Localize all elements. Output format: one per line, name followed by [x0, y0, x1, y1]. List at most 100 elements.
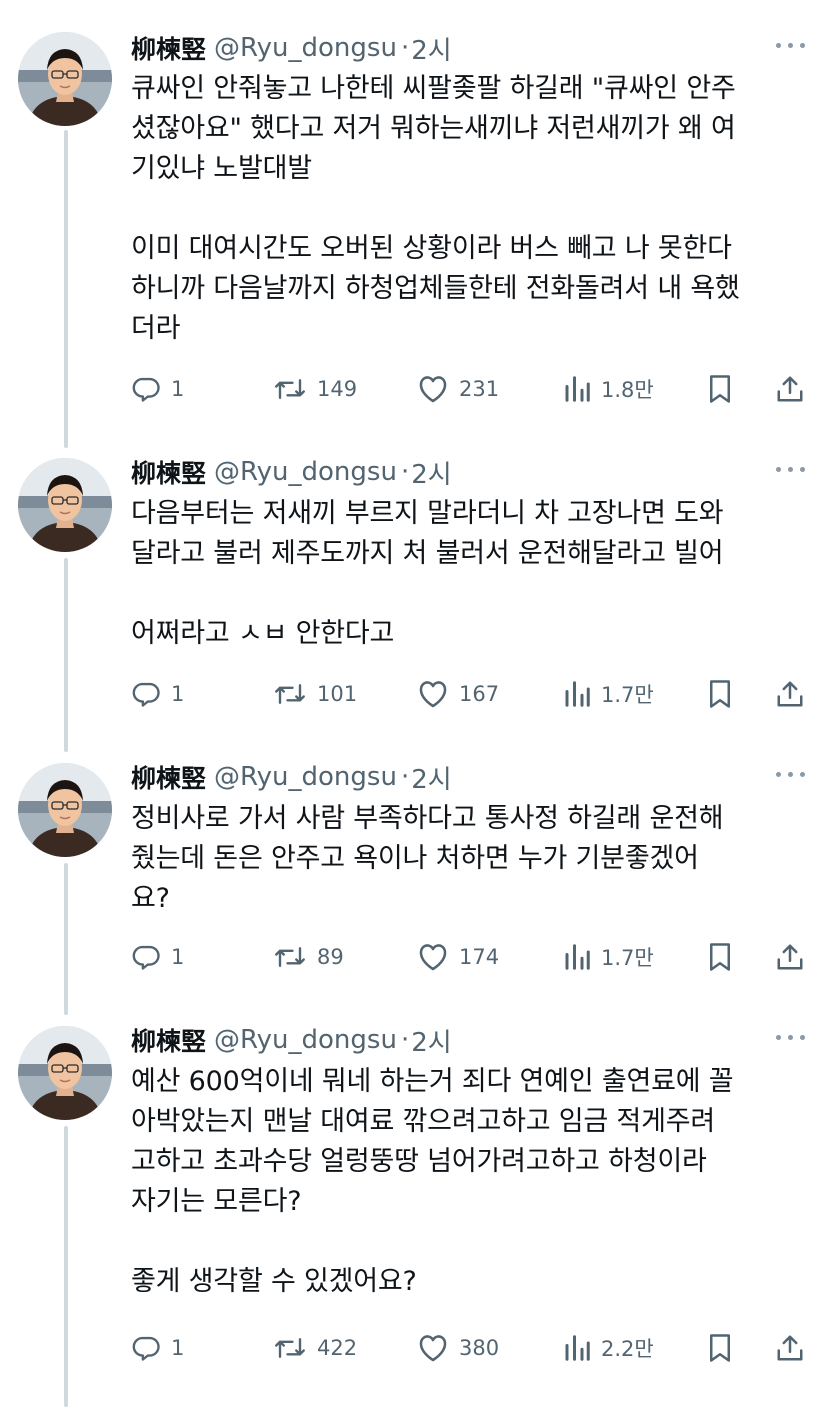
bookmark-icon [710, 680, 730, 708]
bookmark-button[interactable] [707, 674, 733, 714]
like-button[interactable]: 167 [417, 674, 499, 714]
bookmark-button[interactable] [707, 1328, 733, 1368]
more-icon[interactable] [776, 42, 806, 50]
timestamp[interactable]: 2시 [411, 759, 451, 796]
like-count: 174 [459, 945, 500, 969]
user-handle[interactable]: @Ryu_dongsu [214, 457, 397, 487]
heart-icon [419, 681, 447, 708]
timestamp[interactable]: 2시 [411, 30, 451, 67]
retweet-count: 149 [317, 377, 358, 401]
retweet-count: 89 [317, 945, 344, 969]
reply-count: 1 [171, 945, 185, 969]
display-name[interactable]: 柳楝竪 [131, 30, 206, 66]
reply-button[interactable]: 1 [131, 674, 184, 714]
thread-line [64, 130, 68, 448]
views-chart-icon [565, 681, 590, 707]
display-name[interactable]: 柳楝竪 [131, 759, 206, 795]
tweet-header: 柳楝竪 @Ryu_dongsu · 2시 [131, 452, 452, 492]
action-bar: 1 149 231 1.8만 [131, 369, 811, 409]
view-count: 1.7만 [601, 946, 654, 970]
bookmark-button[interactable] [707, 937, 733, 977]
avatar[interactable] [18, 1026, 112, 1120]
views-button[interactable]: 2.2만 [563, 1328, 654, 1368]
bookmark-icon [710, 943, 730, 971]
user-handle[interactable]: @Ryu_dongsu [214, 33, 397, 63]
views-chart-icon [565, 376, 590, 402]
retweet-icon [275, 684, 305, 704]
tweet-text: 정비사로 가서 사람 부족하다고 통사정 하길래 운전해 줬는데 돈은 안주고 … [131, 803, 724, 914]
display-name[interactable]: 柳楝竪 [131, 454, 206, 490]
like-count: 231 [459, 377, 500, 401]
reply-icon [132, 945, 160, 970]
separator: · [400, 1025, 410, 1055]
like-count: 167 [459, 682, 500, 706]
user-handle[interactable]: @Ryu_dongsu [214, 762, 397, 792]
views-button[interactable]: 1.7만 [563, 937, 654, 977]
like-count: 380 [459, 1336, 500, 1360]
separator: · [400, 762, 410, 792]
like-button[interactable]: 231 [417, 369, 499, 409]
retweet-icon [275, 379, 305, 399]
timestamp[interactable]: 2시 [411, 1022, 451, 1059]
reply-icon [132, 1336, 160, 1361]
timestamp[interactable]: 2시 [411, 454, 451, 491]
share-icon [777, 1335, 803, 1361]
heart-icon [419, 1335, 447, 1362]
reply-count: 1 [171, 682, 185, 706]
tweet-text: 큐싸인 안줘놓고 나한테 씨팔좆팔 하길래 "큐싸인 안주 셨잖아요" 했다고 … [131, 73, 740, 344]
heart-icon [419, 944, 447, 971]
like-button[interactable]: 174 [417, 937, 499, 977]
avatar[interactable] [18, 458, 112, 552]
retweet-button[interactable]: 149 [273, 369, 357, 409]
like-button[interactable]: 380 [417, 1328, 499, 1368]
separator: · [400, 33, 410, 63]
action-bar: 1 101 167 1.7만 [131, 674, 811, 714]
more-icon[interactable] [776, 466, 806, 474]
reply-icon [132, 682, 160, 707]
reply-button[interactable]: 1 [131, 1328, 184, 1368]
reply-icon [132, 377, 160, 402]
bookmark-icon [710, 375, 730, 403]
tweet-text: 다음부터는 저새끼 부르지 말라더니 차 고장나면 도와 달라고 불러 제주도까… [131, 498, 724, 649]
action-bar: 1 422 380 2.2만 [131, 1328, 811, 1368]
reply-button[interactable]: 1 [131, 369, 184, 409]
avatar[interactable] [18, 32, 112, 126]
share-button[interactable] [775, 674, 805, 714]
view-count: 2.2만 [601, 1337, 654, 1361]
avatar[interactable] [18, 763, 112, 857]
view-count: 1.8만 [601, 378, 654, 402]
reply-button[interactable]: 1 [131, 937, 184, 977]
views-chart-icon [565, 944, 590, 970]
tweet-header: 柳楝竪 @Ryu_dongsu · 2시 [131, 1020, 452, 1060]
share-button[interactable] [775, 369, 805, 409]
retweet-button[interactable]: 422 [273, 1328, 357, 1368]
retweet-button[interactable]: 101 [273, 674, 357, 714]
thread-line [64, 863, 68, 1015]
views-button[interactable]: 1.8만 [563, 369, 654, 409]
retweet-count: 101 [317, 682, 358, 706]
more-icon[interactable] [776, 771, 806, 779]
share-icon [777, 944, 803, 970]
share-icon [777, 681, 803, 707]
tweet-text: 예산 600억이네 뭐네 하는거 죄다 연예인 출연료에 꼴 아박았는지 맨날 … [131, 1066, 734, 1297]
share-button[interactable] [775, 1328, 805, 1368]
share-button[interactable] [775, 937, 805, 977]
views-button[interactable]: 1.7만 [563, 674, 654, 714]
retweet-icon [275, 947, 305, 967]
retweet-button[interactable]: 89 [273, 937, 344, 977]
more-icon[interactable] [776, 1034, 806, 1042]
heart-icon [419, 376, 447, 403]
reply-count: 1 [171, 1336, 185, 1360]
reply-count: 1 [171, 377, 185, 401]
bookmark-button[interactable] [707, 369, 733, 409]
tweet-header: 柳楝竪 @Ryu_dongsu · 2시 [131, 28, 452, 68]
thread-line [64, 558, 68, 752]
separator: · [400, 457, 410, 487]
share-icon [777, 376, 803, 402]
thread-line [64, 1126, 68, 1407]
tweet-header: 柳楝竪 @Ryu_dongsu · 2시 [131, 757, 452, 797]
views-chart-icon [565, 1335, 590, 1361]
user-handle[interactable]: @Ryu_dongsu [214, 1025, 397, 1055]
action-bar: 1 89 174 1.7만 [131, 937, 811, 977]
display-name[interactable]: 柳楝竪 [131, 1022, 206, 1058]
